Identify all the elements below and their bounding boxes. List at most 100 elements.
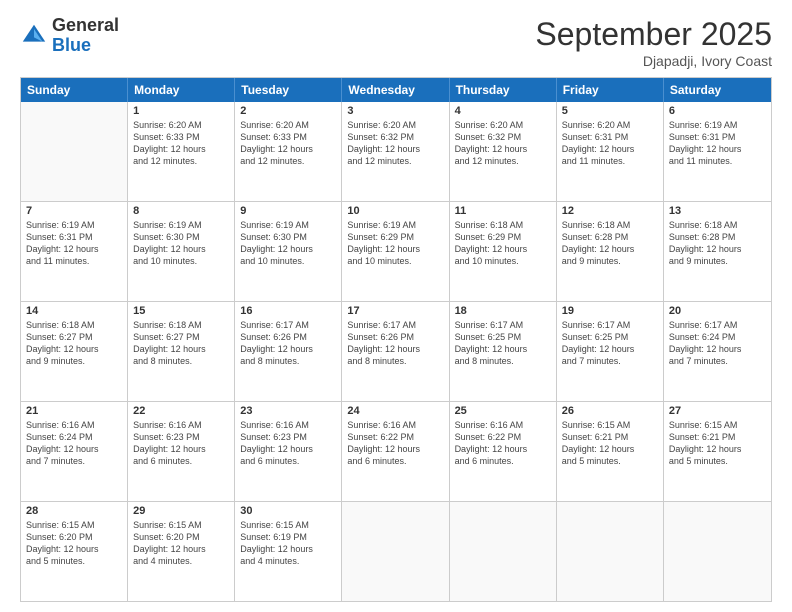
day-number: 19 <box>562 305 658 317</box>
day-number: 12 <box>562 205 658 217</box>
calendar-cell <box>342 502 449 601</box>
calendar-cell <box>450 502 557 601</box>
day-number: 5 <box>562 105 658 117</box>
calendar-cell: 6 Sunrise: 6:19 AMSunset: 6:31 PMDaylight… <box>664 102 771 201</box>
calendar: SundayMondayTuesdayWednesdayThursdayFrid… <box>20 77 772 602</box>
calendar-cell: 25 Sunrise: 6:16 AMSunset: 6:22 PMDayligh… <box>450 402 557 501</box>
calendar-cell: 13 Sunrise: 6:18 AMSunset: 6:28 PMDayligh… <box>664 202 771 301</box>
calendar-cell: 21 Sunrise: 6:16 AMSunset: 6:24 PMDayligh… <box>21 402 128 501</box>
day-number: 8 <box>133 205 229 217</box>
calendar-cell: 16 Sunrise: 6:17 AMSunset: 6:26 PMDayligh… <box>235 302 342 401</box>
calendar-cell: 8 Sunrise: 6:19 AMSunset: 6:30 PMDaylight… <box>128 202 235 301</box>
day-info: Sunrise: 6:20 AMSunset: 6:32 PMDaylight:… <box>347 119 443 168</box>
calendar-header: SundayMondayTuesdayWednesdayThursdayFrid… <box>21 78 771 102</box>
day-info: Sunrise: 6:15 AMSunset: 6:21 PMDaylight:… <box>669 419 766 468</box>
month-title: September 2025 <box>535 16 772 53</box>
page: General Blue September 2025 Djapadji, Iv… <box>0 0 792 612</box>
logo-icon <box>20 22 48 50</box>
day-number: 13 <box>669 205 766 217</box>
day-info: Sunrise: 6:18 AMSunset: 6:27 PMDaylight:… <box>133 319 229 368</box>
calendar-cell: 19 Sunrise: 6:17 AMSunset: 6:25 PMDayligh… <box>557 302 664 401</box>
day-number: 27 <box>669 405 766 417</box>
day-info: Sunrise: 6:17 AMSunset: 6:24 PMDaylight:… <box>669 319 766 368</box>
calendar-cell: 7 Sunrise: 6:19 AMSunset: 6:31 PMDaylight… <box>21 202 128 301</box>
day-number: 3 <box>347 105 443 117</box>
day-info: Sunrise: 6:18 AMSunset: 6:28 PMDaylight:… <box>562 219 658 268</box>
header-day: Friday <box>557 78 664 102</box>
day-info: Sunrise: 6:15 AMSunset: 6:21 PMDaylight:… <box>562 419 658 468</box>
day-number: 21 <box>26 405 122 417</box>
day-info: Sunrise: 6:18 AMSunset: 6:27 PMDaylight:… <box>26 319 122 368</box>
header-day: Sunday <box>21 78 128 102</box>
calendar-week: 7 Sunrise: 6:19 AMSunset: 6:31 PMDaylight… <box>21 202 771 302</box>
day-number: 24 <box>347 405 443 417</box>
logo-text: General Blue <box>52 16 119 56</box>
day-info: Sunrise: 6:17 AMSunset: 6:26 PMDaylight:… <box>240 319 336 368</box>
day-number: 10 <box>347 205 443 217</box>
day-info: Sunrise: 6:17 AMSunset: 6:26 PMDaylight:… <box>347 319 443 368</box>
calendar-cell <box>664 502 771 601</box>
calendar-cell: 9Sunrise: 6:19 AMSunset: 6:30 PMDaylight… <box>235 202 342 301</box>
calendar-cell: 1 Sunrise: 6:20 AMSunset: 6:33 PMDaylight… <box>128 102 235 201</box>
calendar-cell <box>557 502 664 601</box>
day-info: Sunrise: 6:20 AMSunset: 6:33 PMDaylight:… <box>133 119 229 168</box>
calendar-cell: 20 Sunrise: 6:17 AMSunset: 6:24 PMDayligh… <box>664 302 771 401</box>
calendar-cell: 2Sunrise: 6:20 AMSunset: 6:33 PMDaylight… <box>235 102 342 201</box>
header-day: Saturday <box>664 78 771 102</box>
calendar-week: 21 Sunrise: 6:16 AMSunset: 6:24 PMDayligh… <box>21 402 771 502</box>
day-number: 6 <box>669 105 766 117</box>
calendar-cell: 12 Sunrise: 6:18 AMSunset: 6:28 PMDayligh… <box>557 202 664 301</box>
day-info: Sunrise: 6:20 AMSunset: 6:32 PMDaylight:… <box>455 119 551 168</box>
day-info: Sunrise: 6:18 AMSunset: 6:29 PMDaylight:… <box>455 219 551 268</box>
day-info: Sunrise: 6:19 AMSunset: 6:31 PMDaylight:… <box>26 219 122 268</box>
day-number: 23 <box>240 405 336 417</box>
day-number: 30 <box>240 505 336 517</box>
day-number: 9 <box>240 205 336 217</box>
calendar-cell <box>21 102 128 201</box>
logo-blue: Blue <box>52 36 119 56</box>
day-info: Sunrise: 6:16 AMSunset: 6:22 PMDaylight:… <box>347 419 443 468</box>
day-info: Sunrise: 6:16 AMSunset: 6:23 PMDaylight:… <box>240 419 336 468</box>
day-info: Sunrise: 6:19 AMSunset: 6:30 PMDaylight:… <box>133 219 229 268</box>
day-info: Sunrise: 6:18 AMSunset: 6:28 PMDaylight:… <box>669 219 766 268</box>
day-info: Sunrise: 6:15 AMSunset: 6:19 PMDaylight:… <box>240 519 336 568</box>
day-info: Sunrise: 6:17 AMSunset: 6:25 PMDaylight:… <box>562 319 658 368</box>
location: Djapadji, Ivory Coast <box>535 53 772 69</box>
calendar-body: 1 Sunrise: 6:20 AMSunset: 6:33 PMDaylight… <box>21 102 771 601</box>
calendar-cell: 10 Sunrise: 6:19 AMSunset: 6:29 PMDayligh… <box>342 202 449 301</box>
calendar-cell: 23 Sunrise: 6:16 AMSunset: 6:23 PMDayligh… <box>235 402 342 501</box>
calendar-cell: 30 Sunrise: 6:15 AMSunset: 6:19 PMDayligh… <box>235 502 342 601</box>
day-number: 25 <box>455 405 551 417</box>
day-number: 1 <box>133 105 229 117</box>
day-info: Sunrise: 6:16 AMSunset: 6:22 PMDaylight:… <box>455 419 551 468</box>
header-day: Wednesday <box>342 78 449 102</box>
calendar-week: 28Sunrise: 6:15 AMSunset: 6:20 PMDayligh… <box>21 502 771 601</box>
calendar-cell: 3 Sunrise: 6:20 AMSunset: 6:32 PMDaylight… <box>342 102 449 201</box>
day-number: 20 <box>669 305 766 317</box>
header-day: Tuesday <box>235 78 342 102</box>
calendar-cell: 15 Sunrise: 6:18 AMSunset: 6:27 PMDayligh… <box>128 302 235 401</box>
day-number: 28 <box>26 505 122 517</box>
day-info: Sunrise: 6:16 AMSunset: 6:24 PMDaylight:… <box>26 419 122 468</box>
day-number: 11 <box>455 205 551 217</box>
calendar-cell: 27 Sunrise: 6:15 AMSunset: 6:21 PMDayligh… <box>664 402 771 501</box>
calendar-cell: 5Sunrise: 6:20 AMSunset: 6:31 PMDaylight… <box>557 102 664 201</box>
day-number: 18 <box>455 305 551 317</box>
calendar-cell: 18 Sunrise: 6:17 AMSunset: 6:25 PMDayligh… <box>450 302 557 401</box>
logo: General Blue <box>20 16 119 56</box>
day-number: 7 <box>26 205 122 217</box>
day-number: 16 <box>240 305 336 317</box>
header-day: Monday <box>128 78 235 102</box>
header: General Blue September 2025 Djapadji, Iv… <box>20 16 772 69</box>
header-day: Thursday <box>450 78 557 102</box>
day-info: Sunrise: 6:19 AMSunset: 6:29 PMDaylight:… <box>347 219 443 268</box>
day-info: Sunrise: 6:17 AMSunset: 6:25 PMDaylight:… <box>455 319 551 368</box>
day-info: Sunrise: 6:16 AMSunset: 6:23 PMDaylight:… <box>133 419 229 468</box>
day-number: 15 <box>133 305 229 317</box>
day-number: 22 <box>133 405 229 417</box>
calendar-week: 1 Sunrise: 6:20 AMSunset: 6:33 PMDaylight… <box>21 102 771 202</box>
day-info: Sunrise: 6:19 AMSunset: 6:31 PMDaylight:… <box>669 119 766 168</box>
calendar-cell: 26Sunrise: 6:15 AMSunset: 6:21 PMDayligh… <box>557 402 664 501</box>
calendar-cell: 24 Sunrise: 6:16 AMSunset: 6:22 PMDayligh… <box>342 402 449 501</box>
calendar-week: 14Sunrise: 6:18 AMSunset: 6:27 PMDayligh… <box>21 302 771 402</box>
